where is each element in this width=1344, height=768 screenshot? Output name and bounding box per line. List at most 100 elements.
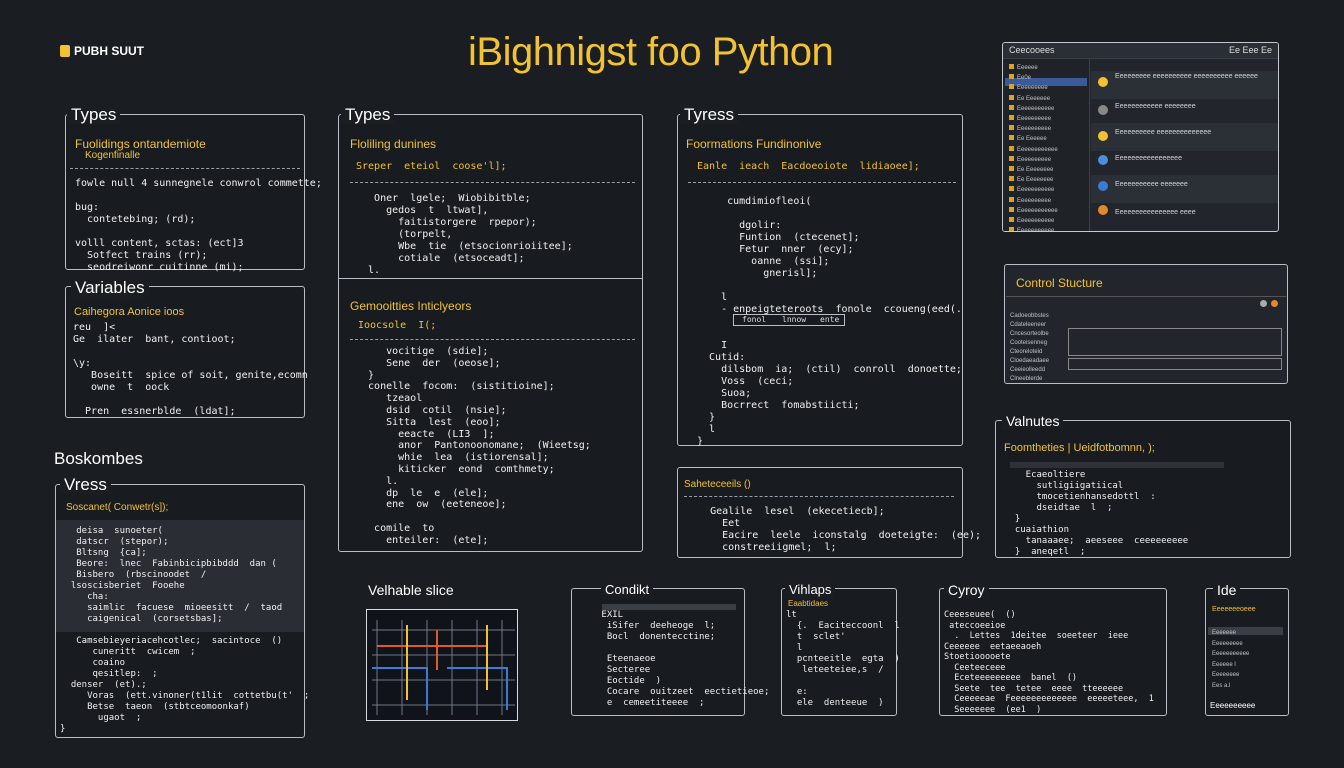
vihlaps-code: lt {. Eaciteccoonl l t sclet' l pcnteeit…	[786, 610, 900, 708]
tree-item-label: Ee0e	[1017, 75, 1032, 82]
settings-icon	[1098, 155, 1108, 165]
tree-item[interactable]: Ee Eeeeeeee	[1009, 175, 1058, 185]
ide-item[interactable]: Eeeeeee	[1212, 628, 1249, 639]
tree-item[interactable]: Eeeeee	[1009, 63, 1058, 73]
clock-icon	[1098, 105, 1108, 115]
valnutes-subtitle: Foomtheties | Ueidfotbomnn, );	[1004, 442, 1155, 454]
page-title: iBighnigst foo Python	[468, 30, 834, 74]
ide-item[interactable]: Ees a.l	[1212, 681, 1249, 692]
ide-item[interactable]: Eeeeeeeeeee	[1212, 649, 1249, 660]
cyroy-header: Cyroy	[944, 581, 989, 599]
compos-subtitle: Gemooitties Inticlyeors	[350, 299, 472, 313]
python-icon	[1098, 77, 1108, 87]
boskombes-header: Boskombes	[50, 450, 147, 468]
ide-item[interactable]: Eeeeeeee	[1212, 670, 1249, 681]
tree-item[interactable]: Eeeeeeeeeee	[1009, 185, 1058, 195]
file-tree[interactable]: Eeeeee Ee0e Eeeeeeeee Ee Eeeeeee Eeeeeeeeeee…	[1009, 63, 1058, 232]
tree-item-label: Eeeeeeeeee	[1017, 126, 1052, 133]
tree-item[interactable]: Eeeeeeeeeee	[1009, 226, 1058, 232]
condikt-code: EXIL iSifer deeheoge l; Bocl donenteccti…	[601, 610, 770, 708]
tab-b[interactable]: lnnow	[782, 315, 806, 325]
tree-item[interactable]: Eeeeeeeeeee	[1009, 104, 1058, 114]
control-item[interactable]: Cteoreloteid	[1010, 348, 1049, 357]
divider	[350, 339, 635, 340]
message-5: Eeeeeeeeeee eeeeeee	[1115, 181, 1188, 188]
brand-logo: PUBH SUUT	[60, 44, 144, 58]
status-icon[interactable]	[1271, 300, 1278, 307]
control-item[interactable]: Cooteisenneg	[1010, 339, 1049, 348]
divider	[1006, 296, 1286, 297]
tab-a[interactable]: fonol	[742, 315, 766, 325]
control-item[interactable]: Cloedaeadaee	[1010, 357, 1049, 366]
tree-item[interactable]: Eeeeeeeeeee	[1009, 216, 1058, 226]
tree-item[interactable]: Ee0e	[1009, 73, 1058, 83]
ide-item[interactable]: Eeeeeeeee	[1212, 639, 1249, 650]
control-item[interactable]: Ceeieolleedd	[1010, 366, 1049, 375]
folder-icon	[1009, 135, 1014, 141]
stelest-subtitle: Saheteceeils ()	[684, 479, 751, 490]
graph-thumbnail[interactable]	[366, 609, 518, 721]
types1-subtitle: Fuolidings ontandemiote	[75, 137, 206, 151]
control-item[interactable]: Cdateleeneer	[1010, 321, 1049, 330]
folder-icon	[1009, 104, 1014, 110]
tree-item-label: Ee Eeeeee	[1017, 136, 1047, 143]
tree-item[interactable]: Eeeeeeeee	[1009, 83, 1058, 93]
divider	[688, 182, 956, 183]
tree-item-label: Eeeeeeeeeee	[1017, 228, 1055, 232]
tree-item-label: Eeeeeeeee	[1017, 85, 1048, 92]
condikt-header: Condikt	[601, 581, 654, 599]
window-title: Ceecooees	[1009, 45, 1055, 55]
control-box-1	[1068, 328, 1282, 356]
tree-item[interactable]: Eeeeeeeeee	[1009, 196, 1058, 206]
window-titlebar: Ceecooees Ee Eee Ee	[1003, 43, 1278, 59]
folder-icon	[1009, 84, 1014, 90]
tree-item[interactable]: Ee Eeeeee	[1009, 134, 1058, 144]
tree-item[interactable]: Eeeeeeeeee	[1009, 124, 1058, 134]
varslice-header: Velhable slice	[364, 581, 458, 599]
control-structure-header: Control Stucture	[1016, 276, 1103, 290]
tyress-subtitle: Foormations Fundinonive	[686, 137, 822, 151]
tree-item-label: Ee Eeeeeee	[1017, 95, 1051, 102]
tyress-line: Eanle ieach Eacdoeoiote lidiaoee];	[697, 161, 920, 172]
boskombes-code: deisa sunoeter( datscr (stepor); Bltsng …	[60, 526, 310, 734]
menu-icon[interactable]	[1260, 300, 1267, 307]
message-row[interactable]	[1091, 175, 1278, 203]
folder-icon	[1009, 115, 1014, 121]
control-list[interactable]: Cadoeobbstes Cdateleeneer Cncesorteolbe Coo…	[1010, 312, 1049, 384]
control-item[interactable]: Cncesorteolbe	[1010, 330, 1049, 339]
tree-item[interactable]: Eeeeeeeeeeee	[1009, 145, 1058, 155]
variables-subtitle: Caihegora Aonice ioos	[74, 306, 185, 318]
tree-item[interactable]: Eeeeeeeeeeee	[1009, 206, 1058, 216]
ide-item[interactable]: Eeeeee l	[1212, 660, 1249, 671]
tree-item-label: Ee Eeeeeeee	[1017, 177, 1054, 184]
divider	[350, 182, 635, 183]
control-item[interactable]: Cadoeobbstes	[1010, 312, 1049, 321]
folder-icon	[1009, 217, 1014, 223]
tree-item[interactable]: Ee Eeeeeee	[1009, 94, 1058, 104]
cyroy-code: Ceeeseuee( () ateccoeeioe . Lettes 1deit…	[944, 610, 1154, 715]
vress-header: Vress	[60, 476, 111, 494]
ide-header: Ide	[1213, 581, 1241, 599]
folder-icon	[1009, 227, 1014, 231]
tree-item-label: Eeeeeeeeeeee	[1017, 146, 1058, 153]
tree-item-label: Eeeeeeeeee	[1017, 156, 1052, 163]
graph-lines	[372, 620, 515, 715]
ide-list[interactable]: Eeeeeee Eeeeeeeee Eeeeeeeeeee Eeeeee l Eeeee…	[1212, 628, 1249, 691]
types-header-2: Types	[341, 106, 395, 124]
types1-subtitle-2: Kogenfinalle	[85, 150, 141, 161]
control-item[interactable]: Clneeblerde	[1010, 375, 1049, 384]
message-row[interactable]	[1091, 123, 1278, 151]
tree-item[interactable]: Ee Eeeeeeee	[1009, 165, 1058, 175]
tab-c[interactable]: ente	[820, 315, 839, 325]
types2-subtitle: Floliling dunines	[350, 137, 437, 151]
tab-strip[interactable]: fonol lnnow ente	[733, 314, 845, 326]
brand-name: PUBH SUUT	[74, 44, 145, 58]
control-box-2	[1068, 358, 1282, 370]
folder-icon	[1009, 196, 1014, 202]
message-3: Eeeeeeeeee eeeeeeeeeeeeee	[1115, 129, 1212, 136]
window-controls[interactable]: Ee Eee Ee	[1229, 45, 1272, 55]
globe-icon	[1098, 181, 1108, 191]
tree-item[interactable]: Eeeeeeeeee	[1009, 114, 1058, 124]
folder-icon	[1009, 206, 1014, 212]
tree-item[interactable]: Eeeeeeeeee	[1009, 155, 1058, 165]
